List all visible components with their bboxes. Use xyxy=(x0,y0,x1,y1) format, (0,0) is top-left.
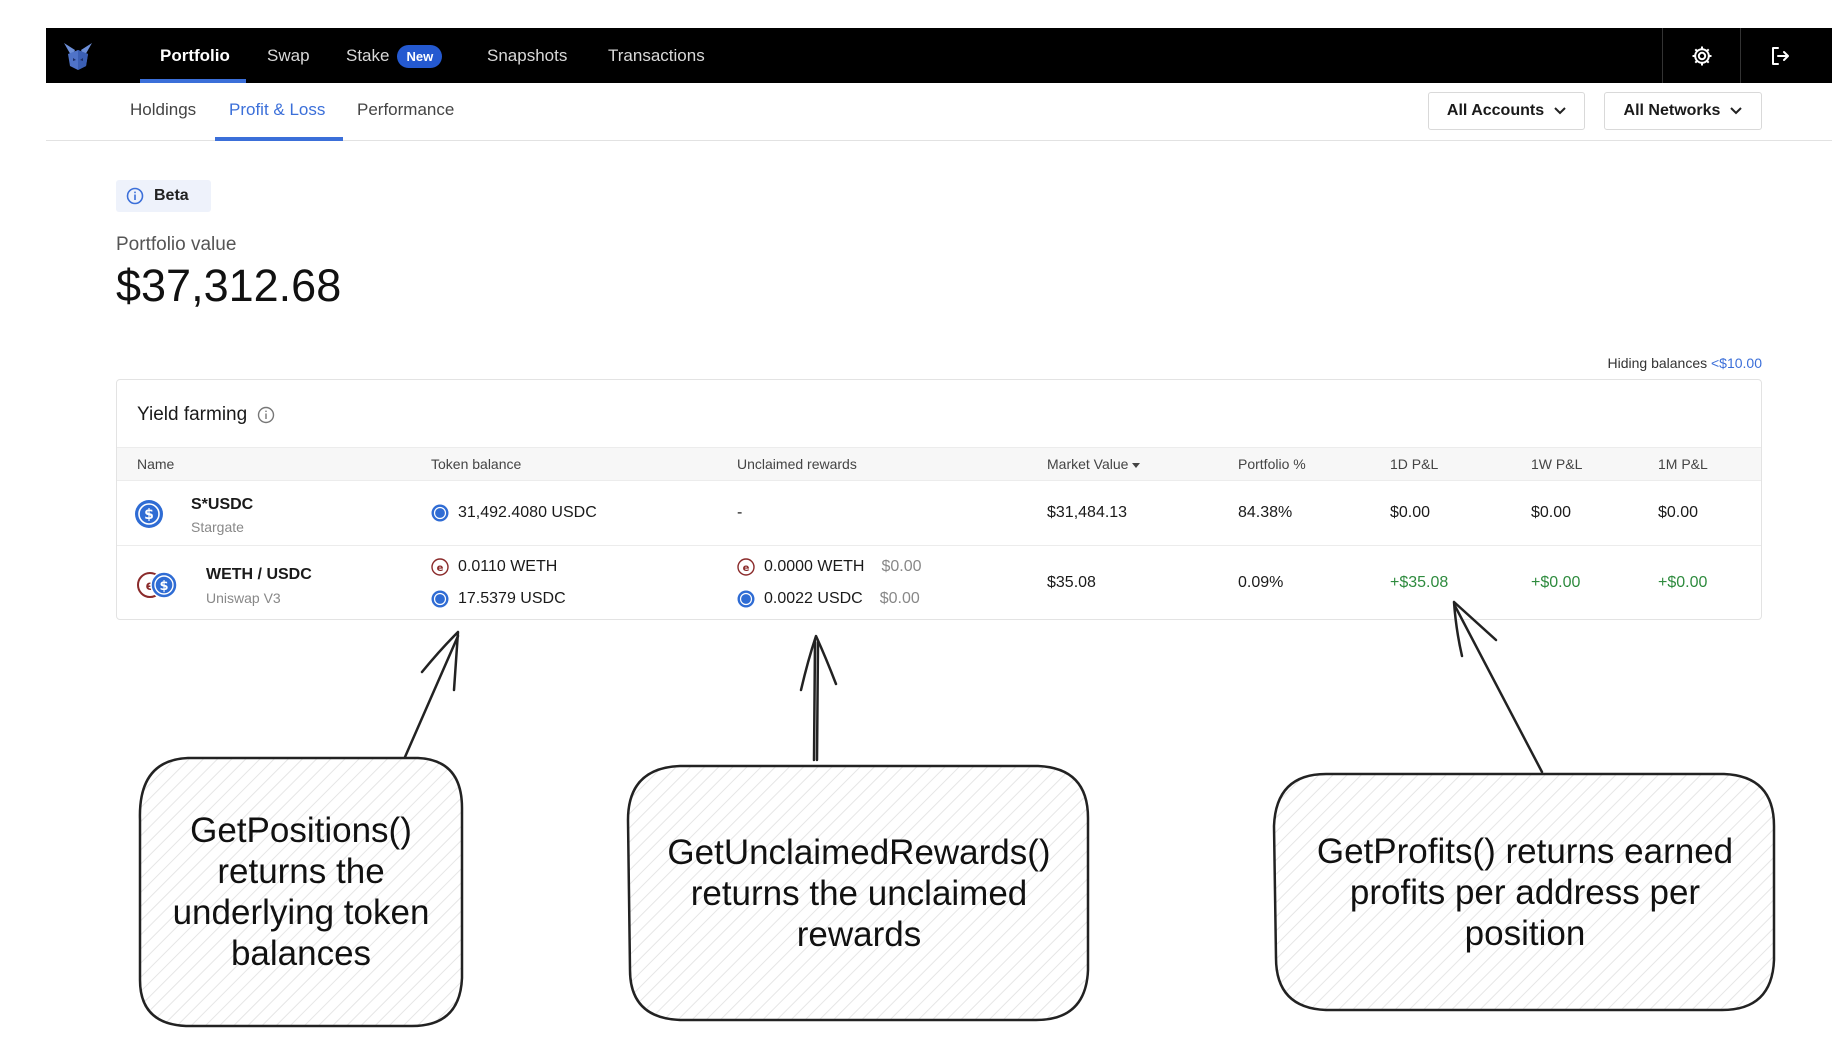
tab-performance[interactable]: Performance xyxy=(357,100,454,120)
market-value: $35.08 xyxy=(1047,574,1096,591)
tab-profit-loss[interactable]: Profit & Loss xyxy=(229,100,325,120)
portfolio-pct: 0.09% xyxy=(1238,574,1284,591)
beta-label: Beta xyxy=(154,187,189,204)
portfolio-pct: 84.38% xyxy=(1238,504,1293,521)
tab-active-indicator xyxy=(215,137,343,141)
note-rewards: GetUnclaimedRewards() returns the unclai… xyxy=(632,768,1086,1018)
usdc-token-icon xyxy=(737,590,755,608)
top-nav-bar: Portfolio Swap Stake New Snapshots Transa… xyxy=(46,28,1832,83)
new-badge: New xyxy=(397,45,443,69)
col-portfolio-pct[interactable]: Portfolio % xyxy=(1238,448,1306,481)
weth-usdc-pair-icon: e $ xyxy=(137,571,178,599)
market-value: $31,484.13 xyxy=(1047,504,1128,521)
nav-portfolio[interactable]: Portfolio xyxy=(160,28,230,83)
position-protocol: Uniswap V3 xyxy=(206,590,281,606)
col-1d-pnl[interactable]: 1D P&L xyxy=(1390,448,1438,481)
pnl-1d: $0.00 xyxy=(1390,504,1431,521)
usdc-token-icon xyxy=(431,590,449,608)
note-profits-text: GetProfits() returns earned profits per … xyxy=(1316,831,1734,953)
pnl-1d: +$35.08 xyxy=(1390,574,1449,591)
position-name: WETH / USDC xyxy=(206,566,312,583)
table-header: Name Token balance Unclaimed rewards Mar… xyxy=(117,447,1761,481)
unclaimed-reward: e 0.0000 WETH $0.00 xyxy=(737,558,922,576)
token-balance: 31,492.4080 USDC xyxy=(431,504,597,522)
nav-active-indicator xyxy=(140,79,246,83)
sort-desc-icon xyxy=(1132,463,1141,468)
yield-farming-title: Yield farming xyxy=(137,404,275,426)
pnl-1m: +$0.00 xyxy=(1658,574,1708,591)
svg-text:e: e xyxy=(743,563,750,574)
yield-farming-heading: Yield farming xyxy=(137,404,248,425)
fox-logo-icon[interactable] xyxy=(62,40,94,72)
tab-holdings[interactable]: Holdings xyxy=(130,100,196,120)
col-1m-pnl[interactable]: 1M P&L xyxy=(1658,448,1708,481)
position-name: S*USDC xyxy=(191,496,254,513)
col-market-value-label: Market Value xyxy=(1047,456,1129,472)
nav-swap[interactable]: Swap xyxy=(267,28,310,83)
info-icon[interactable] xyxy=(257,406,275,424)
note-positions-text: GetPositions() returns the underlying to… xyxy=(172,811,430,973)
note-rewards-text: GetUnclaimedRewards() returns the unclai… xyxy=(667,832,1051,954)
portfolio-value-label: Portfolio value xyxy=(116,234,237,255)
unclaimed-rewards: - xyxy=(737,504,743,521)
pnl-1w: +$0.00 xyxy=(1531,574,1581,591)
token-balance: e 0.0110 WETH xyxy=(431,558,557,576)
svg-text:$: $ xyxy=(159,579,168,594)
info-icon xyxy=(126,187,144,205)
gear-icon xyxy=(1692,46,1711,65)
reward-amount: 0.0022 USDC xyxy=(764,590,863,607)
accounts-dropdown[interactable]: All Accounts xyxy=(1428,92,1585,130)
unclaimed-reward: 0.0022 USDC $0.00 xyxy=(737,590,920,608)
nav-snapshots[interactable]: Snapshots xyxy=(487,28,567,83)
row-divider xyxy=(117,545,1761,546)
reward-usd: $0.00 xyxy=(881,558,922,575)
hiding-balances-note: Hiding balances <$10.00 xyxy=(1607,355,1762,371)
chevron-down-icon xyxy=(1554,107,1566,115)
token-balance: 17.5379 USDC xyxy=(431,590,566,608)
nav-transactions[interactable]: Transactions xyxy=(608,28,705,83)
token-balance-weth: 0.0110 WETH xyxy=(458,558,558,575)
note-positions: GetPositions() returns the underlying to… xyxy=(142,760,460,1024)
yield-farming-card: Yield farming Name Token balance Unclaim… xyxy=(116,379,1762,620)
nav-stake[interactable]: Stake New xyxy=(346,28,443,83)
usdc-token-icon: $ xyxy=(135,500,163,528)
pnl-1m: $0.00 xyxy=(1658,504,1699,521)
svg-text:e: e xyxy=(437,563,444,574)
col-market-value[interactable]: Market Value xyxy=(1047,448,1141,481)
accounts-dropdown-label: All Accounts xyxy=(1446,102,1545,119)
weth-token-icon: e xyxy=(737,558,755,576)
portfolio-value: $37,312.68 xyxy=(116,260,342,311)
usdc-token-icon xyxy=(431,504,449,522)
token-balance-usdc: 31,492.4080 USDC xyxy=(458,504,597,521)
reward-amount: 0.0000 WETH xyxy=(764,558,865,575)
chevron-down-icon xyxy=(1730,107,1743,115)
beta-tag: Beta xyxy=(116,180,211,212)
pnl-1w: $0.00 xyxy=(1531,504,1572,521)
arrow-rewards xyxy=(812,638,820,762)
arrow-positions xyxy=(403,634,460,759)
weth-token-icon: e xyxy=(431,558,449,576)
logout-button[interactable] xyxy=(1740,28,1818,83)
networks-dropdown[interactable]: All Networks xyxy=(1604,92,1762,130)
col-name[interactable]: Name xyxy=(137,448,174,481)
hiding-threshold-link[interactable]: <$10.00 xyxy=(1711,355,1762,371)
arrow-profits xyxy=(1453,604,1544,774)
reward-usd: $0.00 xyxy=(879,590,920,607)
nav-stake-label: Stake xyxy=(346,46,390,65)
note-profits: GetProfits() returns earned profits per … xyxy=(1278,776,1772,1008)
col-unclaimed-rewards[interactable]: Unclaimed rewards xyxy=(737,448,857,481)
token-balance-usdc: 17.5379 USDC xyxy=(458,590,566,607)
col-1w-pnl[interactable]: 1W P&L xyxy=(1531,448,1582,481)
hiding-balances-text: Hiding balances xyxy=(1607,355,1708,371)
svg-text:$: $ xyxy=(144,507,154,523)
col-token-balance[interactable]: Token balance xyxy=(431,448,521,481)
position-protocol: Stargate xyxy=(191,519,244,535)
networks-dropdown-label: All Networks xyxy=(1623,102,1721,119)
logout-icon xyxy=(1771,46,1789,65)
settings-button[interactable] xyxy=(1662,28,1740,83)
